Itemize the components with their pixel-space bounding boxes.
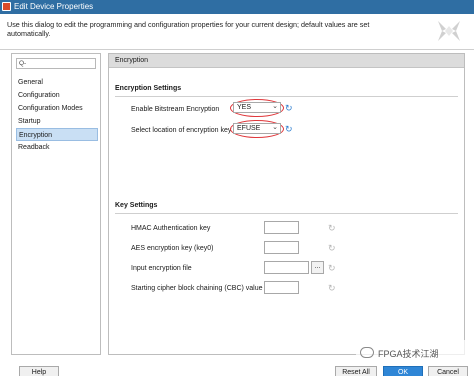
cbc-value-input[interactable]	[264, 281, 299, 294]
wechat-icon	[360, 347, 374, 358]
title-bar: Edit Device Properties	[0, 0, 474, 14]
ok-button[interactable]: OK	[383, 366, 423, 376]
watermark: FPGA技术江湖	[356, 340, 468, 366]
app-icon	[2, 2, 11, 11]
key-location-label: Select location of encryption key	[131, 127, 232, 134]
cbc-value-label: Starting cipher block chaining (CBC) val…	[131, 285, 263, 292]
dialog-description: Use this dialog to edit the programming …	[7, 20, 370, 38]
nav-item-encryption[interactable]: Encryption	[16, 128, 98, 141]
aes-key-label: AES encryption key (key0)	[131, 245, 214, 252]
enable-encryption-label: Enable Bitstream Encryption	[131, 106, 220, 113]
enable-encryption-select[interactable]: YES ⌄	[233, 102, 281, 113]
refresh-icon[interactable]: ↻	[285, 104, 294, 113]
help-button[interactable]: Help	[19, 366, 59, 376]
input-file-label: Input encryption file	[131, 265, 192, 272]
nav-item-startup[interactable]: Startup	[16, 115, 98, 128]
aes-key-input[interactable]	[264, 241, 299, 254]
category-panel: Q- General Configuration Configuration M…	[11, 53, 101, 355]
search-input[interactable]: Q-	[16, 58, 96, 69]
key-location-select[interactable]: EFUSE ⌄	[233, 123, 281, 134]
chevron-down-icon: ⌄	[272, 103, 278, 110]
encryption-settings-title: Encryption Settings	[115, 85, 182, 92]
watermark-text: FPGA技术江湖	[378, 349, 439, 359]
input-file-field[interactable]	[264, 261, 309, 274]
header-separator	[0, 49, 474, 50]
nav-item-general[interactable]: General	[16, 76, 98, 89]
browse-button[interactable]: ...	[311, 261, 324, 274]
hmac-key-label: HMAC Authentication key	[131, 225, 211, 232]
nav-item-configuration-modes[interactable]: Configuration Modes	[16, 102, 98, 115]
refresh-icon[interactable]: ↻	[328, 284, 337, 293]
refresh-icon[interactable]: ↻	[285, 125, 294, 134]
cancel-button[interactable]: Cancel	[428, 366, 468, 376]
reset-all-button[interactable]: Reset All	[335, 366, 377, 376]
key-settings-title: Key Settings	[115, 202, 158, 209]
refresh-icon[interactable]: ↻	[328, 244, 337, 253]
nav-item-configuration[interactable]: Configuration	[16, 89, 98, 102]
section-divider	[115, 213, 458, 214]
section-divider	[115, 96, 458, 97]
category-nav: General Configuration Configuration Mode…	[16, 76, 98, 154]
key-location-value: EFUSE	[237, 125, 261, 132]
hmac-key-input[interactable]	[264, 221, 299, 234]
refresh-icon[interactable]: ↻	[328, 224, 337, 233]
chevron-down-icon: ⌄	[272, 124, 278, 131]
window-title: Edit Device Properties	[14, 2, 94, 11]
panel-header: Encryption	[109, 54, 464, 68]
nav-item-readback[interactable]: Readback	[16, 141, 98, 154]
refresh-icon[interactable]: ↻	[328, 264, 337, 273]
enable-encryption-value: YES	[237, 104, 252, 111]
settings-panel: Encryption Encryption Settings Enable Bi…	[108, 53, 465, 355]
xilinx-logo-icon	[438, 21, 460, 41]
